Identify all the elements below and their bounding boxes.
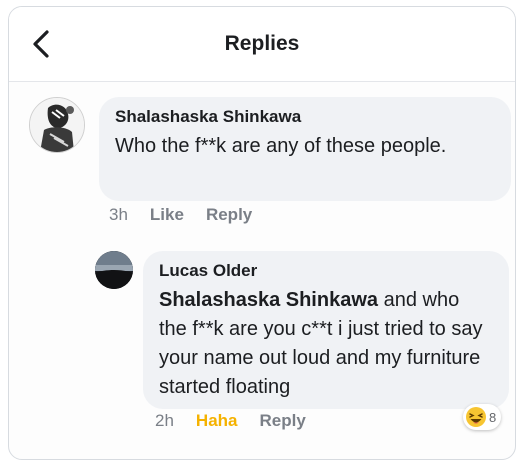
reply-timestamp: 2h <box>155 411 174 430</box>
reply-author[interactable]: Lucas Older <box>159 261 491 281</box>
comment-author[interactable]: Shalashaska Shinkawa <box>115 107 493 127</box>
page-title: Replies <box>224 32 300 55</box>
header: Replies <box>9 7 515 82</box>
reply-text-block: Shalashaska Shinkawa and who the f**k ar… <box>159 286 491 402</box>
haha-reaction-button[interactable]: Haha <box>196 411 238 431</box>
comment-timestamp: 3h <box>109 205 128 224</box>
replies-screen: Replies Shalashaska Shinkawa Who the f**… <box>8 6 516 460</box>
reply-actions: 2h Haha Reply <box>155 411 306 431</box>
comment-bubble: Shalashaska Shinkawa Who the f**k are an… <box>99 97 511 201</box>
reply-button[interactable]: Reply <box>260 411 306 431</box>
reply-button[interactable]: Reply <box>206 205 252 225</box>
reaction-summary[interactable]: 8 <box>463 404 502 430</box>
comment-text: Who the f**k are any of these people. <box>115 135 447 157</box>
reply-avatar[interactable] <box>95 251 133 289</box>
reaction-count: 8 <box>489 409 497 425</box>
avatar[interactable] <box>29 97 85 153</box>
mention-link[interactable]: Shalashaska Shinkawa <box>159 289 378 311</box>
avatar-photo <box>95 251 133 289</box>
avatar-illustration <box>30 98 84 152</box>
comment-actions: 3h Like Reply <box>109 205 252 225</box>
reply-bubble: Lucas Older Shalashaska Shinkawa and who… <box>143 251 509 409</box>
like-button[interactable]: Like <box>150 205 184 225</box>
haha-emoji-icon <box>466 407 486 427</box>
back-button[interactable] <box>25 27 57 61</box>
chevron-left-icon <box>33 30 49 58</box>
